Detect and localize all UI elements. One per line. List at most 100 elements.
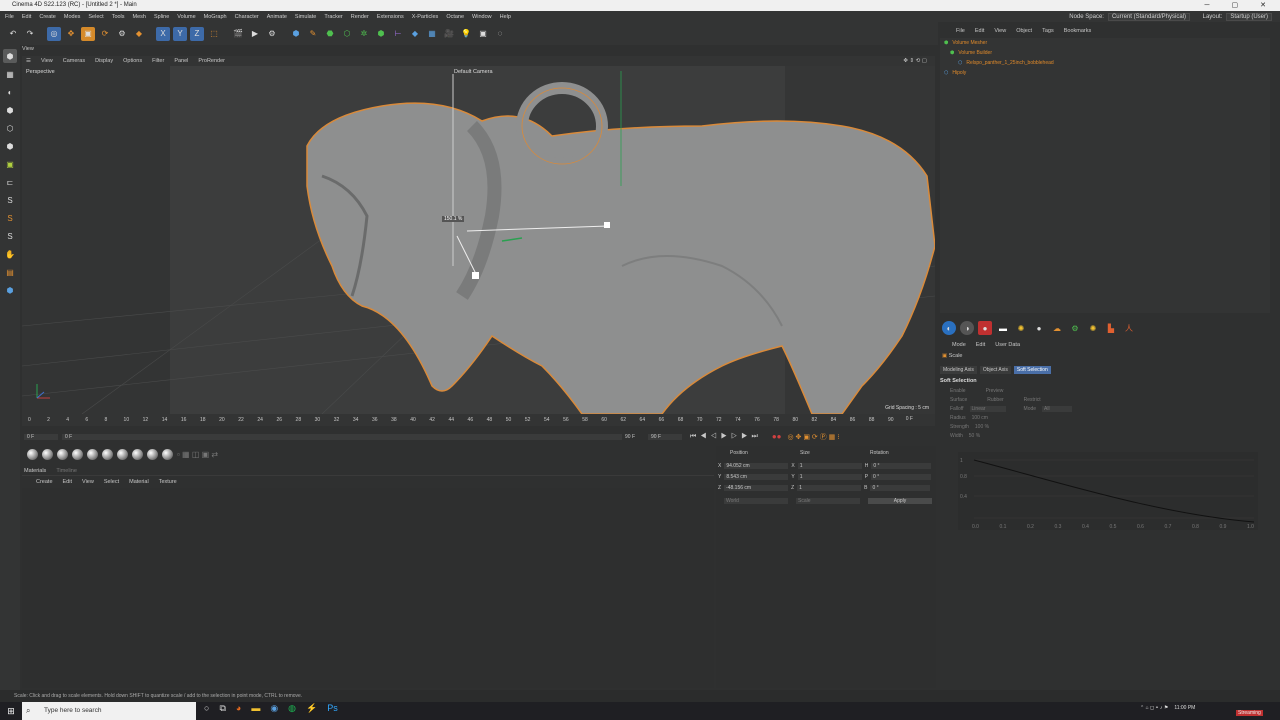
maximize-icon[interactable]: ▢ [1232, 0, 1239, 11]
array-icon[interactable]: ⬡ [340, 27, 354, 41]
record-camera-icon[interactable]: ● [978, 321, 992, 335]
workplane-lock-icon[interactable]: ▤ [3, 265, 17, 279]
object-row[interactable]: ⬡ Hipoly [940, 68, 1270, 78]
pen-icon[interactable]: ✎ [306, 27, 320, 41]
cortana-icon[interactable]: ○ [204, 703, 209, 714]
viewport-menu-cameras[interactable]: Cameras [63, 58, 85, 64]
material-tag-icon[interactable]: ◆ [408, 27, 422, 41]
subdivision-icon[interactable]: ⬣ [323, 27, 337, 41]
menu-window[interactable]: Window [472, 14, 492, 20]
object-menu-edit[interactable]: Edit [975, 28, 984, 34]
attr-menu-mode[interactable]: Mode [952, 342, 966, 348]
material-ball-icon[interactable] [42, 448, 53, 460]
model-mode-icon[interactable]: ▣ [3, 157, 17, 171]
sphere-dark-icon[interactable]: ◑ [960, 321, 974, 335]
material-menu-material[interactable]: Material [129, 479, 149, 485]
python-icon[interactable]: ▣ [476, 27, 490, 41]
size-z-field[interactable]: 1 [797, 484, 862, 491]
axis-lock-icon[interactable]: ⬢ [3, 283, 17, 297]
menu-extensions[interactable]: Extensions [377, 14, 404, 20]
mograph-cloner-icon[interactable]: ✲ [357, 27, 371, 41]
menu-create[interactable]: Create [39, 14, 56, 20]
menu-tracker[interactable]: Tracker [324, 14, 342, 20]
record-icon[interactable]: ●● [772, 432, 782, 441]
material-menu-select[interactable]: Select [104, 479, 119, 485]
menu-animate[interactable]: Animate [267, 14, 287, 20]
snap-icon[interactable]: ⊏ [3, 175, 17, 189]
sphere-icon[interactable]: ◐ [942, 321, 956, 335]
file-explorer-icon[interactable]: ▬ [251, 703, 260, 714]
render-settings-icon[interactable]: ⚙ [265, 27, 279, 41]
gear-icon[interactable]: ⚙ [1068, 321, 1082, 335]
object-row[interactable]: ⬢ Volume Builder [940, 48, 1270, 58]
polygons-mode-icon[interactable]: ⬢ [3, 139, 17, 153]
object-menu-view[interactable]: View [994, 28, 1006, 34]
bucket-icon[interactable]: ▙ [1104, 321, 1118, 335]
attr-menu-user-data[interactable]: User Data [995, 342, 1020, 348]
object-row[interactable]: ⬢ Volume Mesher [940, 38, 1270, 48]
x-axis-lock-icon[interactable]: X [156, 26, 170, 41]
object-manager-list[interactable]: ⬢ Volume Mesher ⬢ Volume Builder ⬡ Relsp… [940, 38, 1270, 313]
restrict-checkbox[interactable]: Restrict [1024, 397, 1041, 403]
menu-edit[interactable]: Edit [22, 14, 31, 20]
make-editable-icon[interactable]: ⬢ [3, 49, 17, 63]
field-icon[interactable]: ⊢ [391, 27, 405, 41]
coordinate-system-icon[interactable]: ◆ [132, 27, 146, 41]
light-icon[interactable]: 💡 [459, 27, 473, 41]
coords-scale-dropdown[interactable]: Scale [796, 498, 860, 504]
move-icon[interactable]: ✥ [64, 27, 78, 41]
view-tab[interactable]: View [22, 46, 34, 52]
menu-simulate[interactable]: Simulate [295, 14, 316, 20]
menu-character[interactable]: Character [235, 14, 259, 20]
tab-soft-selection[interactable]: Soft Selection [1013, 366, 1051, 374]
menu-modes[interactable]: Modes [64, 14, 81, 20]
playback-controls[interactable]: ⏮◀◁▶▷▶⏭ [690, 433, 762, 441]
menu-mograph[interactable]: MoGraph [204, 14, 227, 20]
bend-deformer-icon[interactable]: ⬢ [374, 27, 388, 41]
object-name[interactable]: Hipoly [952, 70, 966, 76]
menu-render[interactable]: Render [351, 14, 369, 20]
task-view-icon[interactable]: ⧉ [219, 703, 225, 714]
solo-hierarchy-icon[interactable]: S [3, 211, 17, 225]
material-manager-area[interactable] [22, 488, 714, 688]
viewport-menu-filter[interactable]: Filter [152, 58, 164, 64]
viewport-menu-view[interactable]: View [41, 58, 53, 64]
tray-icons[interactable]: ⌃ ⌂ ◻ ◓ ♪ ⚑ [1140, 705, 1168, 711]
object-row[interactable]: ⬡ Relspo_panther_1_25inch_bobblehead [940, 58, 1270, 68]
position-x-field[interactable]: 94.052 cm [724, 462, 789, 469]
material-extra-icons[interactable]: ▫ ▦ ◫ ▣ ⇄ [177, 450, 218, 459]
material-ball-icon[interactable] [162, 448, 173, 460]
cloud-icon[interactable]: ☁ [1050, 321, 1064, 335]
photoshop-icon[interactable]: Ps [327, 703, 338, 714]
redo-icon[interactable]: ↷ [23, 27, 37, 41]
timeline-ruler[interactable]: 0 2 4 6 8 10 12 14 16 18 20 22 24 26 28 30 32 34 36 38 40 42 4… [22, 414, 935, 426]
person-icon[interactable]: 人 [1122, 321, 1136, 335]
clock[interactable]: 11:00 PM [1174, 705, 1195, 711]
spotify-icon[interactable]: ◍ [288, 703, 296, 714]
end-frame-field[interactable]: 90 F [648, 433, 682, 440]
rotate-icon[interactable]: ⟳ [98, 27, 112, 41]
menu-volume[interactable]: Volume [177, 14, 195, 20]
undo-icon[interactable]: ↶ [6, 27, 20, 41]
viewport-menu-display[interactable]: Display [95, 58, 113, 64]
falloff-dropdown[interactable]: Linear [969, 406, 1006, 412]
solo-off-icon[interactable]: S [3, 229, 17, 243]
recent-tools-icon[interactable]: ⚙ [115, 27, 129, 41]
tab-object-axis[interactable]: Object Axis [979, 366, 1011, 374]
cinema4d-icon[interactable]: ◉ [270, 703, 278, 714]
material-ball-icon[interactable] [87, 448, 98, 460]
rotation-b-field[interactable]: 0 ° [870, 484, 931, 491]
radius-field[interactable]: 100 cm [972, 415, 988, 421]
firefox-icon[interactable]: ◕ [236, 703, 241, 714]
strength-field[interactable]: 100 % [975, 424, 989, 430]
live-selection-icon[interactable]: ◎ [47, 26, 61, 41]
rotation-h-field[interactable]: 0 ° [871, 462, 932, 469]
tab-modeling-axis[interactable]: Modeling Axis [940, 366, 977, 374]
render-view-icon[interactable]: 🎬 [231, 27, 245, 41]
material-menu-view[interactable]: View [82, 479, 94, 485]
object-name[interactable]: Volume Mesher [952, 40, 987, 46]
coords-mode-dropdown[interactable]: World [724, 498, 788, 504]
tab-timeline[interactable]: Timeline [56, 468, 77, 474]
object-menu-object[interactable]: Object [1016, 28, 1032, 34]
object-menu-bookmarks[interactable]: Bookmarks [1064, 28, 1092, 34]
